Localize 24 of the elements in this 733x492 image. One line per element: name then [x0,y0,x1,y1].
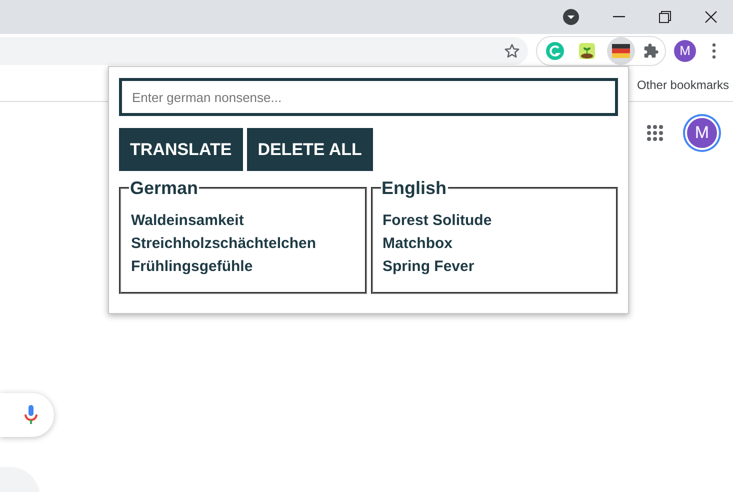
delete-all-button[interactable]: DELETE ALL [246,128,373,171]
other-bookmarks-link[interactable]: Other bookmarks [636,76,729,94]
flag-icon[interactable] [612,44,630,58]
minimize-icon[interactable] [613,16,625,18]
word-item: Matchbox [382,234,454,254]
star-icon[interactable] [504,43,520,59]
profile-avatar[interactable]: M [687,118,717,148]
word-item: Spring Fever [382,257,476,277]
apps-grid-icon[interactable] [647,125,663,141]
dropdown-icon[interactable] [563,9,579,25]
profile-avatar[interactable]: M [674,40,696,62]
restore-icon[interactable] [659,11,671,23]
word-item: Streichholzschächtelchen [131,234,318,254]
german-input-field[interactable]: Enter german nonsense... [119,78,618,116]
panel-legend: German [129,179,200,197]
word-item: Frühlingsgefühle [131,257,254,277]
word-item: Waldeinsamkeit [131,211,245,231]
panel-legend: English [380,179,448,197]
word-item: Forest Solitude [382,211,493,231]
translate-button[interactable]: TRANSLATE [119,128,243,171]
close-icon[interactable] [705,11,717,23]
puzzle-icon[interactable] [643,43,659,59]
microphone-icon[interactable] [24,405,38,425]
menu-icon[interactable] [712,43,716,59]
